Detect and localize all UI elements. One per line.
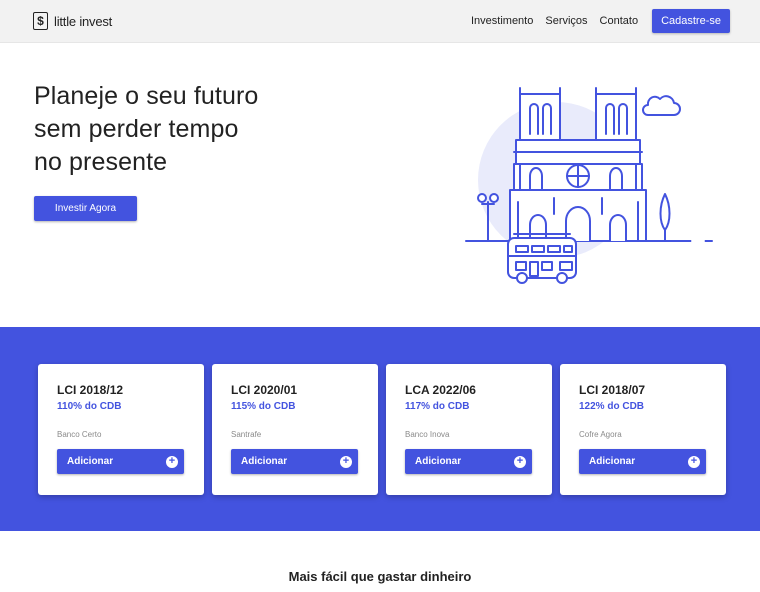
brand-logo-link[interactable]: $ little invest xyxy=(33,12,112,30)
add-offer-button[interactable]: Adicionar + xyxy=(579,449,706,474)
offer-bank: Santrafe xyxy=(231,430,262,439)
offer-bank: Cofre Agora xyxy=(579,430,622,439)
offer-card: LCA 2022/06 117% do CDB Banco Inova Adic… xyxy=(386,364,552,495)
section-title: Mais fácil que gastar dinheiro xyxy=(288,569,472,584)
navbar: $ little invest Investimento Serviços Co… xyxy=(0,0,760,43)
offer-rate: 117% do CDB xyxy=(405,401,470,412)
bus-icon xyxy=(507,233,577,284)
offer-card: LCI 2018/07 122% do CDB Cofre Agora Adic… xyxy=(560,364,726,495)
add-offer-button[interactable]: Adicionar + xyxy=(231,449,358,474)
add-offer-button[interactable]: Adicionar + xyxy=(57,449,184,474)
offer-rate: 122% do CDB xyxy=(579,401,645,412)
offer-bank: Banco Inova xyxy=(405,430,450,439)
invest-now-button[interactable]: Investir Agora xyxy=(34,196,137,221)
offer-title: LCI 2020/01 xyxy=(231,383,298,397)
plus-circle-icon: + xyxy=(340,455,352,468)
add-offer-label: Adicionar xyxy=(415,456,462,467)
offer-title: LCI 2018/07 xyxy=(579,383,646,397)
cathedral-city-illustration xyxy=(465,87,713,284)
plus-circle-icon: + xyxy=(166,455,178,468)
offer-bank: Banco Certo xyxy=(57,430,102,439)
add-offer-label: Adicionar xyxy=(67,456,114,467)
offer-title: LCI 2018/12 xyxy=(57,383,124,397)
hero-title-line: sem perder tempo xyxy=(34,115,239,143)
add-offer-button[interactable]: Adicionar + xyxy=(405,449,532,474)
signup-button[interactable]: Cadastre-se xyxy=(652,9,730,33)
nav-link-contato[interactable]: Contato xyxy=(600,15,639,27)
offer-title: LCA 2022/06 xyxy=(405,383,476,397)
add-offer-label: Adicionar xyxy=(241,456,288,467)
plus-circle-icon: + xyxy=(514,455,526,468)
offer-card: LCI 2018/12 110% do CDB Banco Certo Adic… xyxy=(38,364,204,495)
offer-rate: 110% do CDB xyxy=(57,401,122,412)
brand-name: little invest xyxy=(54,13,113,29)
nav-link-investimento[interactable]: Investimento xyxy=(471,15,533,27)
nav-links: Investimento Serviços Contato Cadastre-s… xyxy=(459,9,730,33)
dollar-sign-icon: $ xyxy=(33,12,48,30)
cloud-icon xyxy=(642,95,681,116)
offer-rate: 115% do CDB xyxy=(231,401,296,412)
tree-icon xyxy=(659,193,671,242)
hero-title-line: Planeje o seu futuro xyxy=(34,82,259,110)
hero-title-line: no presente xyxy=(34,148,168,176)
nav-link-servicos[interactable]: Serviços xyxy=(545,15,587,27)
plus-circle-icon: + xyxy=(688,455,700,468)
offers-section: LCI 2018/12 110% do CDB Banco Certo Adic… xyxy=(0,327,760,531)
offer-card: LCI 2020/01 115% do CDB Santrafe Adicion… xyxy=(212,364,378,495)
add-offer-label: Adicionar xyxy=(589,456,636,467)
hero-title: Planeje o seu futuro sem perder tempo no… xyxy=(34,80,334,179)
